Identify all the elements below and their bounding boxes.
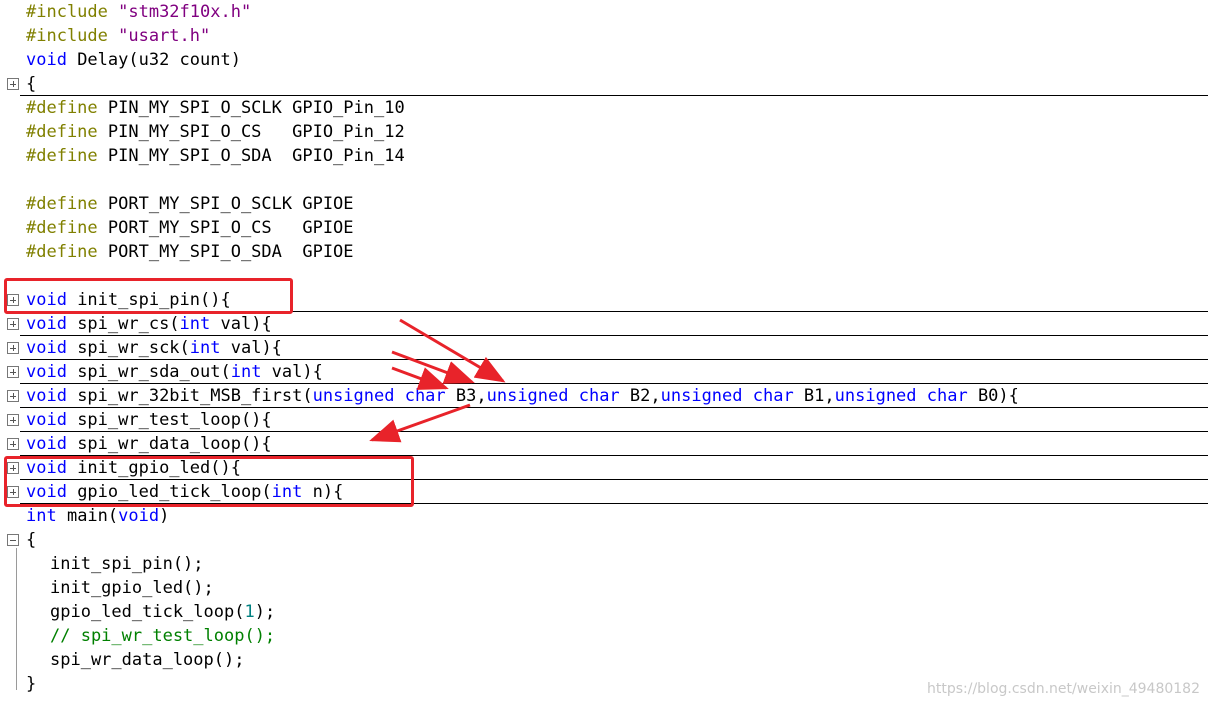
arrow-1 <box>399 318 506 383</box>
code-editor[interactable]: #include "stm32f10x.h" #include "usart.h"… <box>0 0 1210 706</box>
arrow-4 <box>369 403 471 443</box>
annotation-arrows <box>369 318 506 443</box>
arrow-3 <box>391 366 449 390</box>
watermark-text: https://blog.csdn.net/weixin_49480182 <box>926 681 1200 697</box>
